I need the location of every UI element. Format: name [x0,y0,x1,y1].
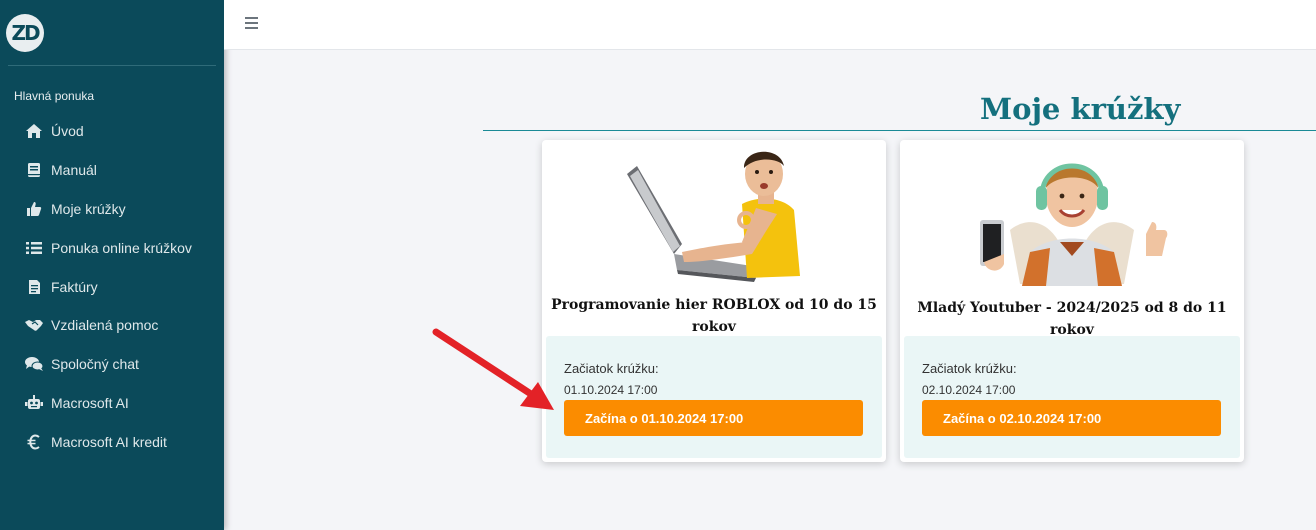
thumbs-up-icon [24,199,44,219]
course-card: Mladý Youtuber - 2024/2025 od 8 do 11 ro… [900,140,1244,462]
sidebar-item-label: Ponuka online krúžkov [51,239,192,256]
hamburger-menu-icon[interactable] [245,17,258,29]
sidebar: ZD Hlavná ponuka Úvod Manuál Moje krúžky [0,0,224,530]
sidebar-heading: Hlavná ponuka [14,89,95,103]
sidebar-item-faktury[interactable]: Faktúry [0,267,224,306]
book-icon [24,160,44,180]
home-icon [24,121,44,141]
starts-at-button[interactable]: Začína o 02.10.2024 17:00 [922,400,1221,436]
chat-icon [24,354,44,374]
invoice-icon [24,277,44,297]
course-title: Mladý Youtuber - 2024/2025 od 8 do 11 ro… [917,300,1227,338]
sidebar-item-label: Moje krúžky [51,200,126,217]
course-card: Programovanie hier ROBLOX od 10 do 15 ro… [542,140,886,462]
sidebar-item-label: Úvod [51,123,84,140]
course-image-boy-headphones [980,163,1168,286]
sidebar-item-ponuka[interactable]: Ponuka online krúžkov [0,228,224,267]
sidebar-item-uvod[interactable]: Úvod [0,112,224,151]
sidebar-item-label: Macrosoft AI kredit [51,433,167,450]
sidebar-item-vzdialena-pomoc[interactable]: Vzdialená pomoc [0,306,224,345]
start-date: 02.10.2024 17:00 [922,383,1016,397]
start-label: Začiatok krúžku: [922,361,1017,376]
course-image-boy-laptop [627,151,800,282]
euro-icon [24,432,44,452]
sidebar-item-moje-kruzky[interactable]: Moje krúžky [0,190,224,229]
sidebar-divider [8,65,216,66]
sidebar-menu: Úvod Manuál Moje krúžky Ponuka online kr… [0,112,224,461]
sidebar-item-spolocny-chat[interactable]: Spoločný chat [0,345,224,384]
starts-at-button[interactable]: Začína o 01.10.2024 17:00 [564,400,863,436]
logo[interactable]: ZD [6,14,44,52]
topbar [224,0,1316,50]
title-underline [483,130,1316,131]
start-label: Začiatok krúžku: [564,361,659,376]
list-icon [24,238,44,258]
logo-text: ZD [11,21,40,45]
sidebar-item-label: Spoločný chat [51,356,139,373]
sidebar-item-macrosoft-ai-kredit[interactable]: Macrosoft AI kredit [0,422,224,461]
robot-icon [24,393,44,413]
sidebar-item-label: Macrosoft AI [51,394,129,411]
handshake-icon [24,315,44,335]
sidebar-item-manual[interactable]: Manuál [0,151,224,190]
sidebar-item-label: Manuál [51,162,97,179]
course-info-panel: Začiatok krúžku: 01.10.2024 17:00 Začína… [546,336,882,458]
page-title: Moje krúžky [980,92,1181,126]
red-arrow-icon [432,328,554,410]
course-info-panel: Začiatok krúžku: 02.10.2024 17:00 Začína… [904,336,1240,458]
sidebar-item-label: Vzdialená pomoc [51,317,159,334]
course-title: Programovanie hier ROBLOX od 10 do 15 ro… [551,297,877,335]
start-date: 01.10.2024 17:00 [564,383,658,397]
sidebar-item-label: Faktúry [51,278,98,295]
sidebar-item-macrosoft-ai[interactable]: Macrosoft AI [0,384,224,423]
